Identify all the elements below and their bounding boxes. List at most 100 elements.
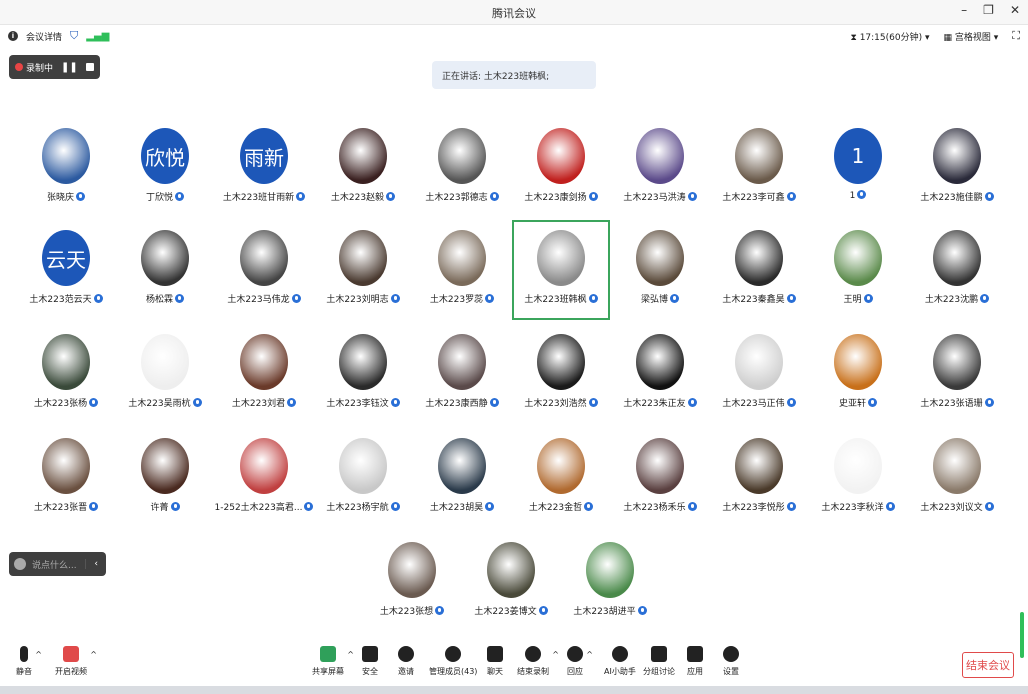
participant-tile[interactable]: 土木223沈鹏	[908, 220, 1006, 320]
participant-tile[interactable]: 土木223吴雨杭	[116, 324, 214, 424]
chevron-up-icon[interactable]: ^	[552, 650, 559, 659]
avatar	[586, 542, 634, 598]
participant-tile[interactable]: 土木223胡昊	[413, 428, 511, 528]
participant-tile[interactable]: 土木223李秋洋	[809, 428, 907, 528]
minimize-icon[interactable]: –	[961, 3, 967, 17]
apps-button[interactable]: 应用	[687, 646, 703, 677]
settings-button[interactable]: 设置	[723, 646, 739, 677]
participant-tile[interactable]: 土木223张晋	[17, 428, 115, 528]
participant-tile[interactable]: 土木223张语珊	[908, 324, 1006, 424]
participant-tile[interactable]: 杨松霖	[116, 220, 214, 320]
participant-tile[interactable]: 土木223杨宇航	[314, 428, 412, 528]
breakout-button[interactable]: 分组讨论	[643, 646, 675, 677]
participant-tile[interactable]: 土木223刘君	[215, 324, 313, 424]
participant-tile[interactable]: 许菁	[116, 428, 214, 528]
participant-tile[interactable]: 张晓庆	[17, 118, 115, 218]
info-bar: i 会议详情 ⛉ ▂▄▆ ⧗ 17:15(60分钟) ▾ ▦ 宫格视图 ▾ ⛶	[0, 25, 1028, 47]
participant-tile[interactable]: 梁弘博	[611, 220, 709, 320]
participant-tile[interactable]: 11	[809, 118, 907, 218]
security-button[interactable]: 安全	[362, 646, 378, 677]
microphone-icon	[687, 398, 697, 407]
participant-tile[interactable]: 土木223姜博文	[462, 532, 560, 632]
share-screen-button[interactable]: 共享屏幕 ^	[312, 646, 354, 677]
microphone-icon	[192, 398, 202, 407]
participant-tile[interactable]: 土木223赵毅	[314, 118, 412, 218]
chevron-up-icon[interactable]: ^	[90, 650, 97, 659]
participant-tile[interactable]: 1-252土木223高君...	[215, 428, 314, 528]
participant-tile[interactable]: 土木223张杨	[17, 324, 115, 424]
participant-tile[interactable]: 雨新 土木223班甘雨新	[215, 118, 313, 218]
participant-name: 梁弘博	[605, 292, 715, 305]
participant-tile[interactable]: 欣悦 丁欣悦	[116, 118, 214, 218]
mute-button[interactable]: 静音 ^	[16, 646, 42, 677]
fullscreen-icon[interactable]: ⛶	[1012, 29, 1020, 43]
participant-tile[interactable]: 土木223罗蕊	[413, 220, 511, 320]
participant-tile[interactable]: 土木223施佳鹏	[908, 118, 1006, 218]
avatar	[339, 334, 387, 390]
emoji-icon[interactable]	[14, 558, 26, 570]
chevron-up-icon[interactable]: ^	[586, 650, 593, 659]
participant-name: 土木223郭德志	[407, 190, 517, 203]
close-icon[interactable]: ✕	[1010, 3, 1020, 17]
restore-icon[interactable]: ❐	[983, 3, 994, 17]
microphone-icon	[588, 192, 598, 201]
microphone-icon	[390, 294, 400, 303]
meeting-timer[interactable]: ⧗ 17:15(60分钟) ▾	[850, 30, 929, 43]
microphone-icon	[76, 192, 85, 201]
participant-tile[interactable]: 土木223秦鑫昊	[710, 220, 808, 320]
participant-tile[interactable]: 土木223刘明志	[314, 220, 412, 320]
info-icon[interactable]: i	[8, 31, 18, 41]
video-button[interactable]: 开启视频 ^	[55, 646, 97, 677]
bottom-strip	[0, 686, 1028, 694]
participant-tile[interactable]: 史亚轩	[809, 324, 907, 424]
bottom-toolbar: 静音 ^ 开启视频 ^ 共享屏幕 ^ 安全 邀请 管理成员(43) 聊天 结束录制 ^ …	[0, 640, 1028, 686]
pause-icon[interactable]: ❚❚	[61, 62, 78, 73]
chat-button[interactable]: 聊天	[487, 646, 503, 677]
stop-icon[interactable]	[85, 63, 94, 71]
scroll-indicator[interactable]	[1020, 612, 1024, 658]
participant-tile[interactable]: 土木223胡进平	[561, 532, 659, 632]
participant-tile[interactable]: 土木223李可鑫	[710, 118, 808, 218]
manage-members-button[interactable]: 管理成员(43)	[429, 646, 477, 677]
participant-tile[interactable]: 土木223杨禾乐	[611, 428, 709, 528]
chevron-up-icon[interactable]: ^	[347, 650, 354, 659]
participant-tile[interactable]: 王明	[809, 220, 907, 320]
participant-tile[interactable]: 土木223金哲	[512, 428, 610, 528]
participant-name: 土木223班甘雨新	[209, 190, 319, 203]
end-meeting-button[interactable]: 结束会议	[962, 652, 1014, 678]
participant-tile[interactable]: 土木223马洪涛	[611, 118, 709, 218]
participant-tile[interactable]: 土木223李钰汶	[314, 324, 412, 424]
view-switch[interactable]: ▦ 宫格视图 ▾	[944, 30, 999, 43]
microphone-icon	[175, 192, 184, 201]
reaction-button[interactable]: 回应 ^	[567, 646, 593, 677]
participant-name: 土木223罗蕊	[407, 292, 517, 305]
participant-tile[interactable]: 土木223刘浩然	[512, 324, 610, 424]
participant-tile[interactable]: 土木223朱正友	[611, 324, 709, 424]
invite-button[interactable]: 邀请	[398, 646, 414, 677]
chat-box[interactable]: 说点什么... ‹	[9, 552, 106, 576]
participant-tile[interactable]: 土木223马正伟	[710, 324, 808, 424]
chevron-up-icon[interactable]: ^	[35, 650, 42, 659]
participant-tile[interactable]: 云天 土木223范云天	[17, 220, 115, 320]
avatar: 欣悦	[141, 128, 189, 184]
chat-input[interactable]: 说点什么...	[32, 558, 85, 571]
avatar	[834, 230, 882, 286]
ai-assistant-button[interactable]: AI小助手	[604, 646, 636, 677]
participant-name: 杨松霖	[110, 292, 220, 305]
participant-tile[interactable]: 土木223郭德志	[413, 118, 511, 218]
participant-tile[interactable]: 土木223张想	[363, 532, 461, 632]
collapse-icon[interactable]: ‹	[85, 559, 106, 569]
end-recording-button[interactable]: 结束录制 ^	[517, 646, 559, 677]
participant-tile[interactable]: 土木223李悦彤	[710, 428, 808, 528]
microphone-icon	[390, 398, 400, 407]
microphone-icon	[687, 192, 697, 201]
participant-tile[interactable]: 土木223马伟龙	[215, 220, 313, 320]
meeting-details-link[interactable]: 会议详情	[26, 30, 62, 43]
participant-tile[interactable]: 土木223康剑扬	[512, 118, 610, 218]
participant-tile[interactable]: 土木223班韩枫	[512, 220, 610, 320]
participant-tile[interactable]: 土木223康西静	[413, 324, 511, 424]
microphone-icon	[291, 294, 301, 303]
avatar	[933, 230, 981, 286]
shield-icon[interactable]: ⛉	[70, 29, 78, 43]
participant-tile[interactable]: 土木223刘议文	[908, 428, 1006, 528]
